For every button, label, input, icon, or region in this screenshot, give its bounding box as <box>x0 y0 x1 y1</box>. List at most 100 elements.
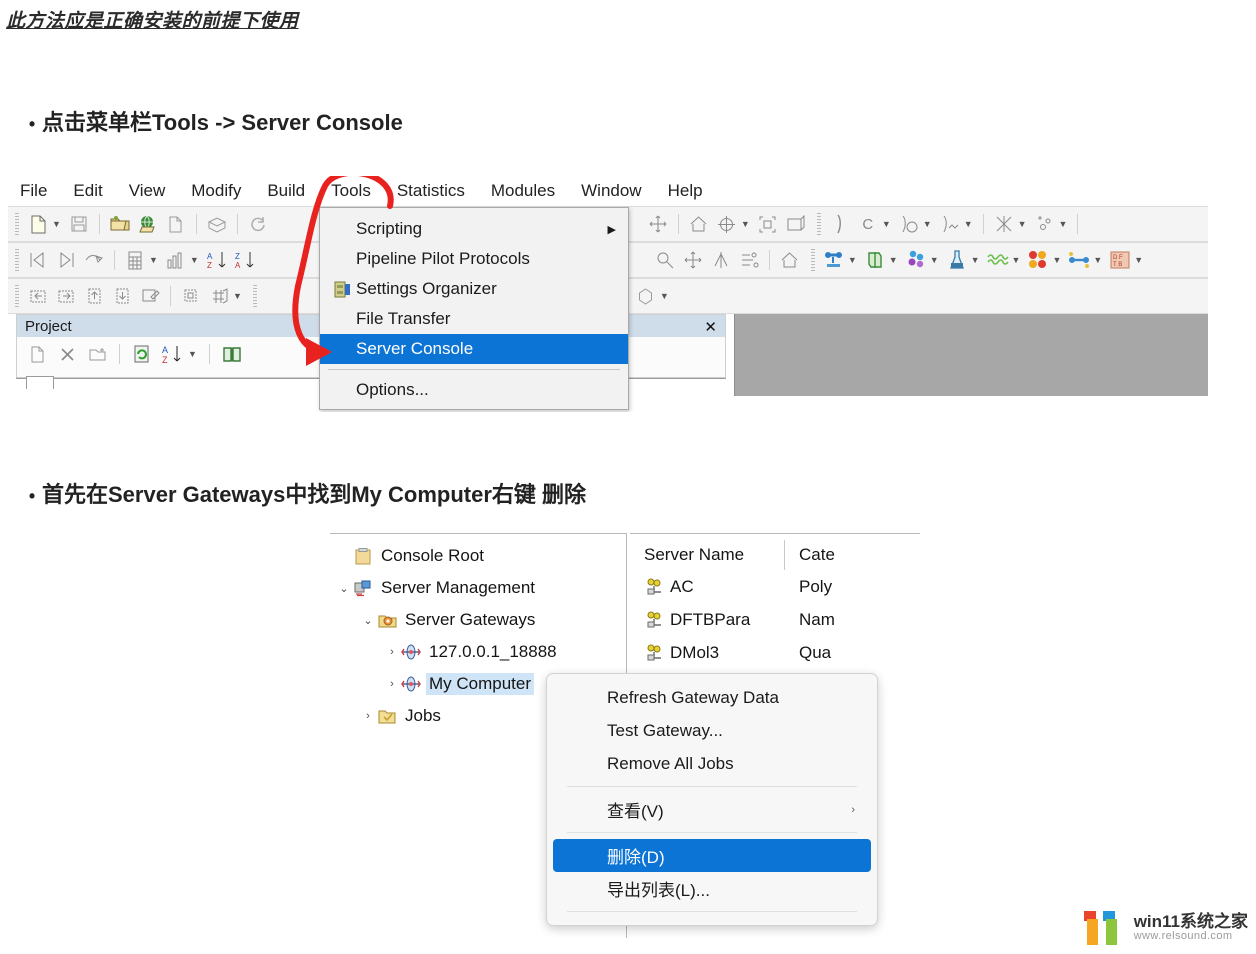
animation-icon[interactable] <box>81 247 107 273</box>
lattice-dropdown-icon[interactable]: ▼ <box>233 291 242 301</box>
reflex-dropdown-icon[interactable]: ▼ <box>1012 255 1021 265</box>
dmol3-module-icon[interactable] <box>903 247 929 273</box>
forcite-dropdown-icon[interactable]: ▼ <box>848 255 857 265</box>
package-icon[interactable] <box>204 211 230 237</box>
sort-ascending-icon[interactable]: AZ <box>204 247 230 273</box>
chain-sketch-icon[interactable] <box>937 211 963 237</box>
open-folder-icon[interactable] <box>107 211 133 237</box>
menu-item-modify[interactable]: Modify <box>191 181 241 201</box>
crystal-cell-icon[interactable] <box>178 283 204 309</box>
conformers-module-icon[interactable] <box>1066 247 1092 273</box>
new-folder-icon[interactable] <box>84 341 110 367</box>
tree-chevron-icon[interactable]: › <box>384 678 400 690</box>
sorption-module-icon[interactable] <box>944 247 970 273</box>
polygon-icon[interactable] <box>633 283 659 309</box>
ring-dropdown-icon[interactable]: ▼ <box>923 219 932 229</box>
refresh-icon[interactable] <box>245 211 271 237</box>
target-view-icon[interactable] <box>714 211 740 237</box>
toolbar-grip[interactable] <box>811 249 815 271</box>
tree-chevron-icon[interactable]: › <box>384 646 400 658</box>
sort-descending-icon[interactable]: ZA <box>232 247 258 273</box>
target-view-dropdown-icon[interactable]: ▼ <box>741 219 750 229</box>
dmol3-dropdown-icon[interactable]: ▼ <box>930 255 939 265</box>
translate-icon[interactable] <box>680 247 706 273</box>
column-header-category[interactable]: Cate <box>785 545 835 565</box>
context-menu-item-delete[interactable]: 删除(D) <box>553 839 871 872</box>
menu-item-file[interactable]: File <box>20 181 47 201</box>
list-item[interactable]: AC Poly <box>630 570 920 603</box>
chart-icon[interactable] <box>163 247 189 273</box>
add-hydrogen-dropdown-icon[interactable]: ▼ <box>1059 219 1068 229</box>
align-left-icon[interactable] <box>25 283 51 309</box>
study-table-dropdown-icon[interactable]: ▼ <box>149 255 158 265</box>
menu-item-statistics[interactable]: Statistics <box>397 181 465 201</box>
menu-item-pipeline-pilot-protocols[interactable]: Pipeline Pilot Protocols <box>320 244 628 274</box>
clean-structure-icon[interactable] <box>991 211 1017 237</box>
previous-frame-icon[interactable] <box>25 247 51 273</box>
blends-dropdown-icon[interactable]: ▼ <box>1052 255 1061 265</box>
gateway-context-menu[interactable]: Refresh Gateway Data Test Gateway... Rem… <box>546 673 878 926</box>
menu-bar[interactable]: File Edit View Modify Build Tools Statis… <box>8 176 1208 206</box>
context-menu-item-test-gateway[interactable]: Test Gateway... <box>553 714 871 747</box>
project-panel-close-icon[interactable]: ✕ <box>704 318 717 336</box>
help-book-icon[interactable] <box>219 341 245 367</box>
tree-chevron-icon[interactable]: ⌄ <box>336 582 352 595</box>
forcite-module-icon[interactable] <box>821 247 847 273</box>
context-menu-item-view[interactable]: 查看(V) › <box>553 793 871 826</box>
next-frame-icon[interactable] <box>53 247 79 273</box>
context-menu-item-refresh-gateway-data[interactable]: Refresh Gateway Data <box>553 681 871 714</box>
toolbar-grip[interactable] <box>15 249 19 271</box>
toolbar-grip[interactable] <box>15 285 19 307</box>
blends-module-icon[interactable] <box>1025 247 1051 273</box>
tree-item-gateway-127001[interactable]: › 127.0.0.1_18888 <box>330 636 626 668</box>
castep-module-icon[interactable] <box>862 247 888 273</box>
supercell-icon[interactable] <box>736 247 762 273</box>
move-tool-icon[interactable] <box>645 211 671 237</box>
menu-item-window[interactable]: Window <box>581 181 641 201</box>
menu-item-scripting[interactable]: Scripting ▶ <box>320 214 628 244</box>
menu-item-view[interactable]: View <box>129 181 166 201</box>
new-document-icon[interactable] <box>25 211 51 237</box>
measure-icon[interactable] <box>652 247 678 273</box>
sort-az-icon[interactable]: AZ <box>159 341 185 367</box>
column-header-server-name[interactable]: Server Name <box>630 540 785 570</box>
tree-item-console-root[interactable]: Console Root <box>330 540 626 572</box>
castep-dropdown-icon[interactable]: ▼ <box>889 255 898 265</box>
ring-sketch-icon[interactable] <box>896 211 922 237</box>
fit-to-screen-icon[interactable] <box>755 211 781 237</box>
tree-chevron-icon[interactable]: ⌄ <box>360 614 376 627</box>
menu-item-server-console[interactable]: Server Console <box>320 334 628 364</box>
context-menu-item-export-list[interactable]: 导出列表(L)... <box>553 872 871 905</box>
tree-item-server-management[interactable]: ⌄ Server Management <box>330 572 626 604</box>
symmetry-icon[interactable] <box>708 247 734 273</box>
toolbar-grip[interactable] <box>817 213 821 235</box>
toolbar-grip[interactable] <box>15 213 19 235</box>
polygon-dropdown-icon[interactable]: ▼ <box>660 291 669 301</box>
menu-item-edit[interactable]: Edit <box>73 181 102 201</box>
menu-item-modules[interactable]: Modules <box>491 181 555 201</box>
study-table-icon[interactable] <box>122 247 148 273</box>
sort-dropdown-icon[interactable]: ▼ <box>188 349 197 359</box>
clean-dropdown-icon[interactable]: ▼ <box>1018 219 1027 229</box>
toolbar-grip[interactable] <box>253 285 257 307</box>
align-top-icon[interactable] <box>81 283 107 309</box>
pencil-sketch-icon[interactable] <box>827 211 853 237</box>
project-tab[interactable] <box>26 376 54 389</box>
align-right-icon[interactable] <box>53 283 79 309</box>
element-carbon-icon[interactable]: C <box>855 211 881 237</box>
display-style-icon[interactable] <box>783 211 809 237</box>
add-hydrogen-icon[interactable] <box>1032 211 1058 237</box>
sorption-dropdown-icon[interactable]: ▼ <box>971 255 980 265</box>
tree-item-server-gateways[interactable]: ⌄ Server Gateways <box>330 604 626 636</box>
lattice-icon[interactable] <box>206 283 232 309</box>
list-header-row[interactable]: Server Name Cate <box>630 540 920 570</box>
list-item[interactable]: DFTBPara Nam <box>630 603 920 636</box>
menu-item-build[interactable]: Build <box>267 181 305 201</box>
save-icon[interactable] <box>66 211 92 237</box>
list-item[interactable]: DMol3 Qua <box>630 636 920 669</box>
menu-item-settings-organizer[interactable]: Settings Organizer <box>320 274 628 304</box>
dftb-module-icon[interactable]: D FT B <box>1107 247 1133 273</box>
import-web-icon[interactable] <box>135 211 161 237</box>
chain-dropdown-icon[interactable]: ▼ <box>964 219 973 229</box>
new-document-copy-icon[interactable] <box>163 211 189 237</box>
